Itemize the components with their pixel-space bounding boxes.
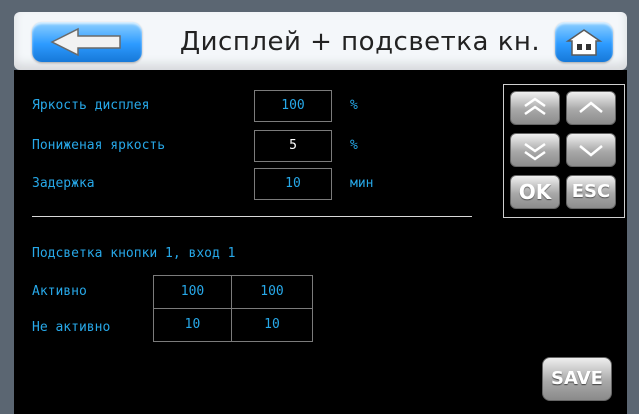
main-screen: Яркость дисплея 100 % Пониженая яркость … — [14, 70, 627, 414]
back-button[interactable] — [32, 22, 142, 62]
brightness-field[interactable]: 100 — [254, 90, 332, 122]
active-value-1[interactable]: 100 — [153, 275, 232, 309]
active-label: Активно — [32, 284, 87, 299]
low-brightness-unit: % — [350, 138, 358, 153]
inactive-value-2[interactable]: 10 — [231, 308, 313, 342]
chevron-up-icon — [579, 101, 603, 113]
double-chevron-down-icon — [524, 142, 546, 161]
device-frame: Дисплей + подсветка кн. Яркость дисплея … — [0, 0, 639, 414]
arrow-left-icon — [50, 27, 121, 57]
esc-button[interactable]: ESC — [566, 175, 616, 209]
inactive-label: Не активно — [32, 320, 111, 335]
header-bar: Дисплей + подсветка кн. — [14, 12, 627, 70]
home-icon — [565, 29, 603, 56]
low-brightness-label: Пониженая яркость — [32, 138, 166, 153]
up-button[interactable] — [566, 91, 616, 125]
brightness-unit: % — [350, 98, 358, 113]
low-brightness-field[interactable]: 5 — [254, 130, 332, 162]
delay-field[interactable]: 10 — [254, 168, 332, 200]
home-button[interactable] — [555, 22, 613, 62]
inactive-value-1[interactable]: 10 — [153, 308, 232, 342]
delay-label: Задержка — [32, 176, 95, 191]
ok-button[interactable]: OK — [510, 175, 560, 209]
page-up-button[interactable] — [510, 91, 560, 125]
keypad: OK ESC — [503, 84, 625, 218]
backlight-title: Подсветка кнопки 1, вход 1 — [32, 246, 236, 261]
double-chevron-up-icon — [524, 97, 546, 116]
brightness-label: Яркость дисплея — [32, 98, 150, 113]
save-button[interactable]: SAVE — [542, 357, 612, 401]
delay-unit: мин — [350, 176, 374, 191]
page-down-button[interactable] — [510, 133, 560, 167]
active-value-2[interactable]: 100 — [231, 275, 313, 309]
page-title: Дисплей + подсветка кн. — [179, 27, 541, 57]
down-button[interactable] — [566, 133, 616, 167]
chevron-down-icon — [579, 145, 603, 157]
section-divider — [32, 216, 472, 217]
